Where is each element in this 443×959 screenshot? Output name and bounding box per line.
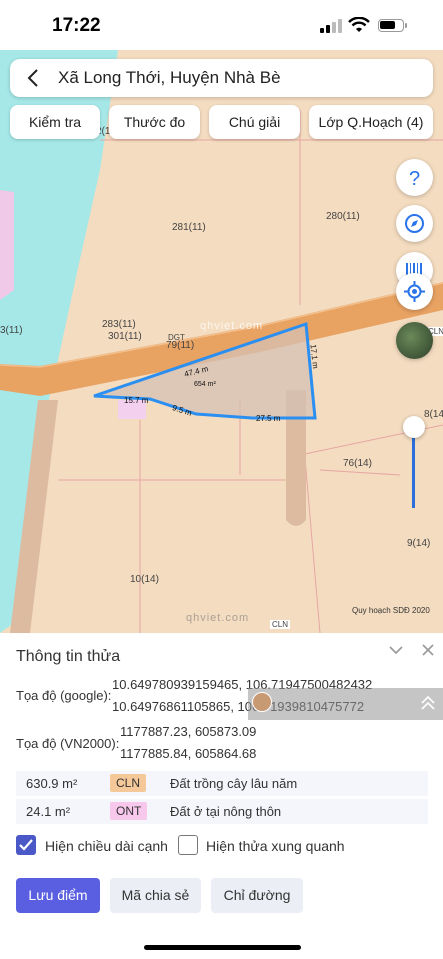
google-coord-label: Tọa độ (google):	[16, 688, 112, 703]
opacity-slider-handle[interactable]	[403, 416, 425, 438]
location-header[interactable]: Xã Long Thới, Huyện Nhà Bè	[10, 59, 433, 97]
parcel-label: 10(14)	[130, 574, 159, 585]
edge-length-label: 27.5 m	[256, 414, 281, 423]
land-use-description: Đất ở tại nông thôn	[170, 804, 282, 819]
check-button[interactable]: Kiểm tra	[10, 105, 100, 139]
vn2000-coord-value: 1177887.23, 605873.09	[120, 724, 257, 739]
compass-icon	[405, 214, 424, 233]
land-code-badge: CLN	[110, 774, 147, 792]
save-point-button[interactable]: Lưu điểm	[16, 878, 100, 913]
locate-icon	[404, 281, 425, 302]
help-icon: ?	[409, 168, 420, 188]
parcel-label: 281(11)	[172, 222, 206, 233]
edge-length-label: 15.7 m	[124, 396, 149, 405]
battery-icon	[378, 19, 407, 32]
land-code-label: CLN	[270, 620, 291, 629]
checkmark-icon	[19, 839, 33, 851]
status-time: 17:22	[52, 15, 101, 36]
watermark: qhviet.com	[186, 612, 250, 624]
locate-button[interactable]	[396, 273, 433, 310]
vn2000-coord-value: 1177885.84, 605864.68	[120, 746, 257, 761]
show-neighbors-checkbox[interactable]	[178, 835, 198, 855]
land-use-row: 630.9 m² CLN Đất trồng cây lâu năm	[16, 771, 428, 796]
measure-button[interactable]: Thước đo	[109, 105, 200, 139]
wifi-icon	[348, 17, 370, 32]
chevron-up-icon[interactable]	[418, 694, 438, 714]
show-edge-length-checkbox[interactable]	[16, 835, 36, 855]
parcel-label: 3(11)	[0, 325, 23, 336]
share-code-button[interactable]: Mã chia sẻ	[110, 878, 201, 913]
chevron-down-icon[interactable]	[388, 642, 404, 658]
planning-layers-button[interactable]: Lớp Q.Hoạch (4)	[309, 105, 433, 139]
signal-icon	[320, 19, 342, 33]
watermark: qhviet.com	[200, 320, 264, 332]
parcel-area-label: 654 m²	[194, 381, 216, 388]
map-caption: Quy hoạch SDĐ 2020	[352, 606, 430, 615]
close-icon[interactable]	[420, 642, 436, 658]
parcel-label: 280(11)	[326, 211, 360, 222]
opacity-slider-track[interactable]	[412, 428, 415, 508]
land-area: 24.1 m²	[26, 804, 71, 819]
status-bar: 17:22	[0, 0, 443, 50]
vn2000-coord-label: Tọa độ (VN2000):	[16, 736, 120, 751]
svg-text:?: ?	[409, 168, 420, 188]
back-arrow-icon[interactable]	[24, 68, 44, 88]
directions-button[interactable]: Chỉ đường	[211, 878, 303, 913]
avatar[interactable]	[252, 692, 272, 712]
parcel-label: 283(11)	[102, 319, 136, 330]
parcel-label: 76(14)	[343, 458, 372, 469]
compass-button[interactable]	[396, 205, 433, 242]
land-area: 630.9 m²	[26, 776, 78, 791]
location-title: Xã Long Thới, Huyện Nhà Bè	[58, 68, 281, 87]
satellite-icon[interactable]	[396, 322, 433, 359]
show-neighbors-label[interactable]: Hiện thửa xung quanh	[206, 838, 345, 854]
land-code-badge: ONT	[110, 802, 148, 820]
overlay-bar	[248, 688, 443, 720]
home-indicator	[144, 945, 301, 950]
parcel-label: 301(11)	[108, 331, 142, 342]
legend-button[interactable]: Chú giải	[209, 105, 300, 139]
land-use-description: Đất trồng cây lâu năm	[170, 776, 298, 791]
show-edge-length-label[interactable]: Hiện chiều dài cạnh	[45, 838, 168, 854]
help-button[interactable]: ?	[396, 159, 433, 196]
parcel-label: 9(14)	[407, 538, 431, 549]
land-use-row: 24.1 m² ONT Đất ở tại nông thôn	[16, 799, 428, 824]
road-label: DGT	[168, 333, 185, 342]
panel-title: Thông tin thửa	[16, 648, 121, 665]
parcel-label: 8(14)	[424, 409, 443, 420]
